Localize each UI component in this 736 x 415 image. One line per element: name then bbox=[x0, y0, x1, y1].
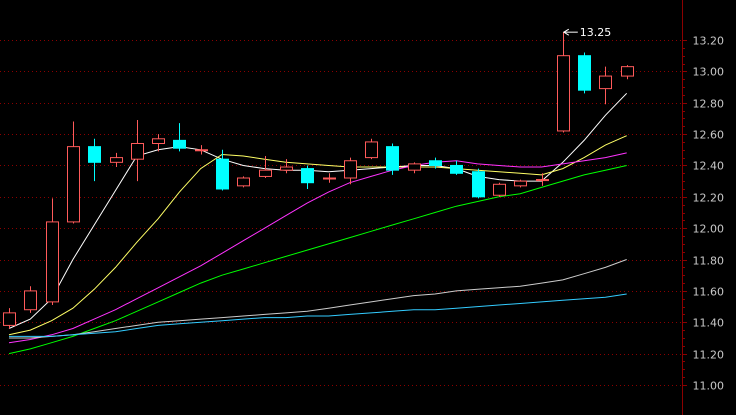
tick-label: 12.80 bbox=[693, 98, 725, 111]
candle bbox=[621, 65, 634, 80]
candle-body-down bbox=[301, 168, 314, 184]
candlestick-chart[interactable]: 11.00 11.20 11.40 11.60 11.80 12.00 12.20 12.40… bbox=[0, 0, 736, 415]
candle-body-up bbox=[493, 183, 506, 196]
candle-body-down bbox=[429, 160, 442, 166]
candle bbox=[472, 168, 485, 199]
grid-lines bbox=[0, 40, 682, 386]
candle-body-up bbox=[557, 55, 570, 132]
candle bbox=[216, 149, 229, 191]
candles bbox=[3, 32, 634, 329]
candle bbox=[3, 308, 16, 329]
candle bbox=[493, 182, 506, 197]
price-axis: 11.00 11.20 11.40 11.60 11.80 12.00 12.20 12.40… bbox=[682, 0, 724, 415]
candle-body-down bbox=[386, 146, 399, 171]
candle bbox=[67, 121, 80, 224]
candle-body-up bbox=[152, 138, 165, 145]
tick-label: 11.00 bbox=[693, 380, 725, 393]
candle-body-up bbox=[514, 180, 527, 187]
candle-body-down bbox=[88, 146, 101, 163]
candle-body-up bbox=[24, 290, 37, 311]
ma30-line bbox=[8, 165, 627, 355]
candle bbox=[557, 32, 570, 133]
tick-label: 11.40 bbox=[693, 317, 725, 330]
candle-body-up bbox=[259, 169, 272, 177]
tick-label: 13.20 bbox=[693, 35, 725, 48]
candle bbox=[46, 198, 59, 306]
candle bbox=[259, 156, 272, 178]
candle bbox=[344, 157, 357, 185]
candle-body-up bbox=[46, 221, 59, 303]
candle bbox=[536, 173, 549, 186]
candle-body-up bbox=[323, 177, 336, 180]
tick-label: 11.60 bbox=[693, 286, 725, 299]
candle bbox=[110, 152, 123, 168]
candle bbox=[24, 286, 37, 313]
candle-body-down bbox=[472, 171, 485, 198]
candle-body-up bbox=[131, 143, 144, 160]
ma120-line bbox=[9, 293, 627, 337]
candle bbox=[408, 162, 421, 174]
candle-body-up bbox=[599, 75, 612, 90]
tick-label: 13.00 bbox=[693, 66, 725, 79]
candle bbox=[450, 160, 463, 175]
candle bbox=[88, 138, 101, 182]
tick-label: 11.80 bbox=[693, 255, 725, 268]
candle-body-down bbox=[578, 55, 591, 91]
candle bbox=[301, 165, 314, 189]
ma5-line bbox=[8, 92, 628, 329]
tick-label: 12.40 bbox=[693, 160, 725, 173]
candle-body-down bbox=[216, 158, 229, 190]
tick-label: 12.20 bbox=[693, 192, 725, 205]
candle-body-up bbox=[621, 66, 634, 77]
candle-body-up bbox=[110, 157, 123, 163]
candle-body-up bbox=[195, 149, 208, 152]
tick-label: 12.00 bbox=[693, 223, 725, 236]
candle bbox=[195, 145, 208, 155]
candle bbox=[365, 138, 378, 160]
candle-body-up bbox=[3, 312, 16, 326]
ma10-line bbox=[8, 135, 627, 336]
candle-body-down bbox=[450, 164, 463, 174]
moving-average-lines bbox=[8, 92, 628, 355]
tick-label: 12.60 bbox=[693, 129, 725, 142]
candle bbox=[386, 143, 399, 175]
tick-label: 11.20 bbox=[693, 349, 725, 362]
candle bbox=[237, 176, 250, 188]
candle-body-up bbox=[237, 177, 250, 187]
candle bbox=[578, 52, 591, 94]
candle-body-up bbox=[280, 166, 293, 171]
candle-body-up bbox=[344, 160, 357, 179]
candle-body-up bbox=[365, 141, 378, 159]
candle bbox=[514, 179, 527, 188]
candle bbox=[131, 119, 144, 182]
candle bbox=[173, 123, 186, 152]
annotation-label: 13.25 bbox=[580, 26, 612, 39]
candle-body-up bbox=[536, 179, 549, 182]
candle bbox=[599, 66, 612, 105]
candle-body-up bbox=[67, 146, 80, 223]
candle-body-up bbox=[408, 163, 421, 171]
candle bbox=[323, 173, 336, 183]
high-price-annotation: 13.25 bbox=[562, 26, 612, 39]
candle-body-down bbox=[173, 139, 186, 149]
